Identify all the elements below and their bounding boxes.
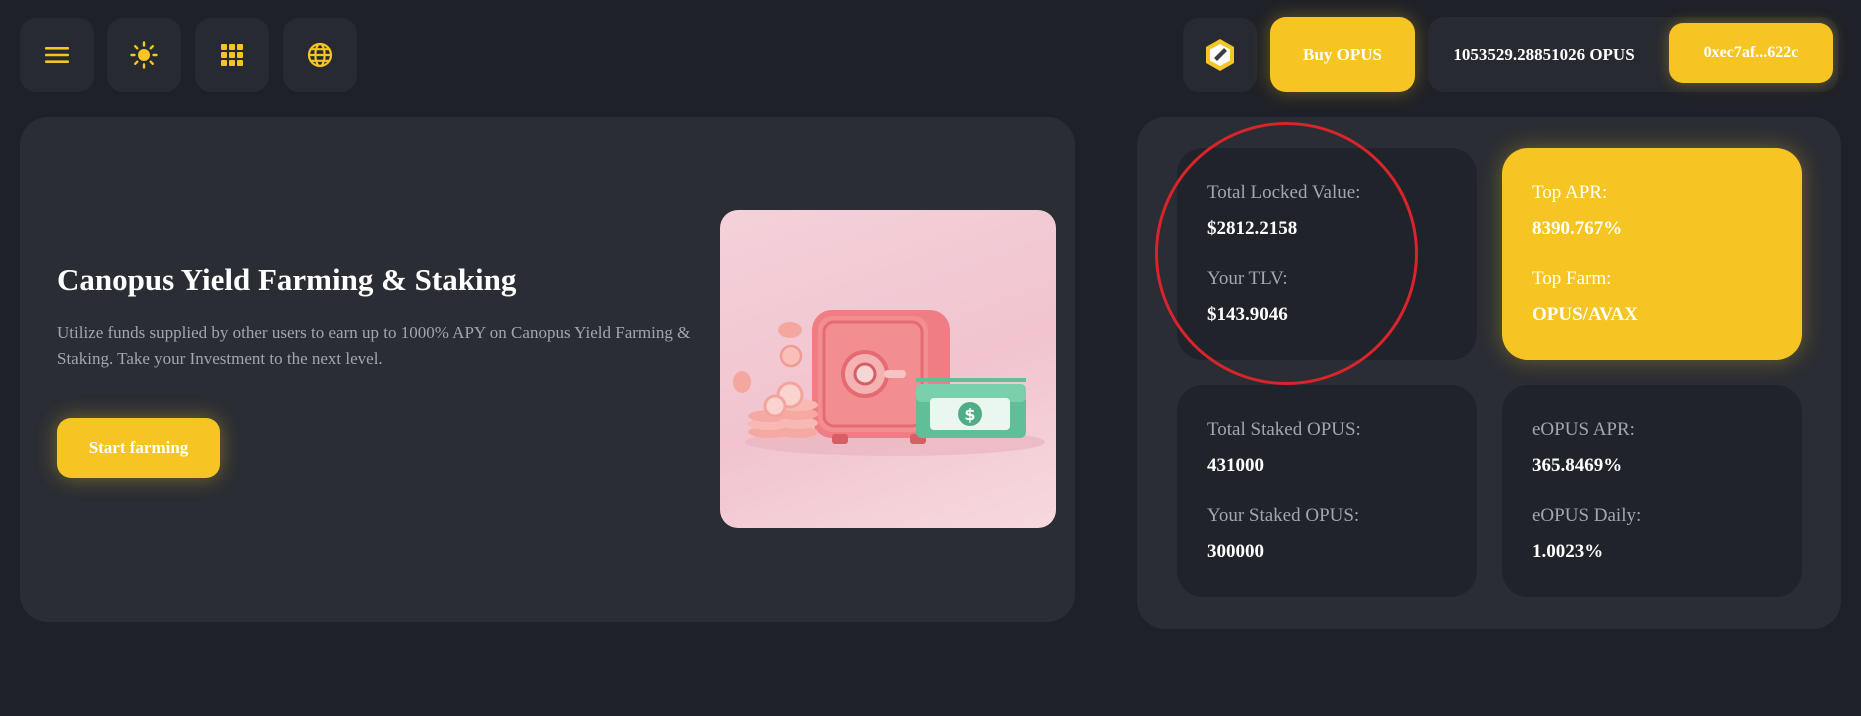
buy-opus-button[interactable]: Buy OPUS — [1270, 17, 1415, 92]
total-locked-value: $2812.2158 — [1207, 218, 1298, 239]
wallet-balance: 1053529.28851026 OPUS — [1453, 44, 1635, 64]
eopus-card: eOPUS APR: 365.8469% eOPUS Daily: 1.0023… — [1502, 385, 1802, 597]
top-apr-label: Top APR: — [1532, 182, 1608, 203]
tlv-card: Total Locked Value: $2812.2158 Your TLV:… — [1177, 148, 1477, 360]
grid-icon — [221, 44, 243, 66]
menu-icon — [45, 47, 69, 63]
theme-toggle-button[interactable] — [107, 18, 181, 92]
your-tlv-value: $143.9046 — [1207, 304, 1288, 325]
sun-icon — [130, 41, 158, 69]
total-staked-label: Total Staked OPUS: — [1207, 419, 1361, 440]
canopus-logo-icon — [1206, 39, 1234, 71]
eopus-daily-value: 1.0023% — [1532, 541, 1604, 562]
svg-text:$: $ — [964, 405, 975, 424]
globe-icon — [307, 42, 333, 68]
your-staked-value: 300000 — [1207, 541, 1264, 562]
hero-title: Canopus Yield Farming & Staking — [57, 262, 517, 297]
menu-button[interactable] — [20, 18, 94, 92]
top-apr-card: Top APR: 8390.767% Top Farm: OPUS/AVAX — [1502, 148, 1802, 360]
top-farm-value: OPUS/AVAX — [1532, 304, 1638, 325]
eopus-daily-label: eOPUS Daily: — [1532, 505, 1642, 526]
top-farm-label: Top Farm: — [1532, 268, 1612, 289]
top-bar: Buy OPUS 1053529.28851026 OPUS 0xec7af..… — [0, 0, 1861, 110]
total-staked-value: 431000 — [1207, 455, 1264, 476]
wallet-widget: 1053529.28851026 OPUS 0xec7af...622c — [1428, 17, 1838, 92]
apps-grid-button[interactable] — [195, 18, 269, 92]
staked-opus-card: Total Staked OPUS: 431000 Your Staked OP… — [1177, 385, 1477, 597]
total-locked-value-label: Total Locked Value: — [1207, 182, 1361, 203]
safe-illustration: $ — [720, 210, 1056, 528]
canopus-logo-button[interactable] — [1183, 18, 1257, 92]
your-staked-label: Your Staked OPUS: — [1207, 505, 1360, 526]
start-farming-button[interactable]: Start farming — [57, 418, 220, 478]
your-tlv-label: Your TLV: — [1207, 268, 1288, 289]
language-button[interactable] — [283, 18, 357, 92]
eopus-apr-label: eOPUS APR: — [1532, 419, 1635, 440]
wallet-address-button[interactable]: 0xec7af...622c — [1669, 23, 1833, 83]
eopus-apr-value: 365.8469% — [1532, 455, 1623, 476]
top-apr-value: 8390.767% — [1532, 218, 1623, 239]
hero-description: Utilize funds supplied by other users to… — [57, 323, 691, 368]
